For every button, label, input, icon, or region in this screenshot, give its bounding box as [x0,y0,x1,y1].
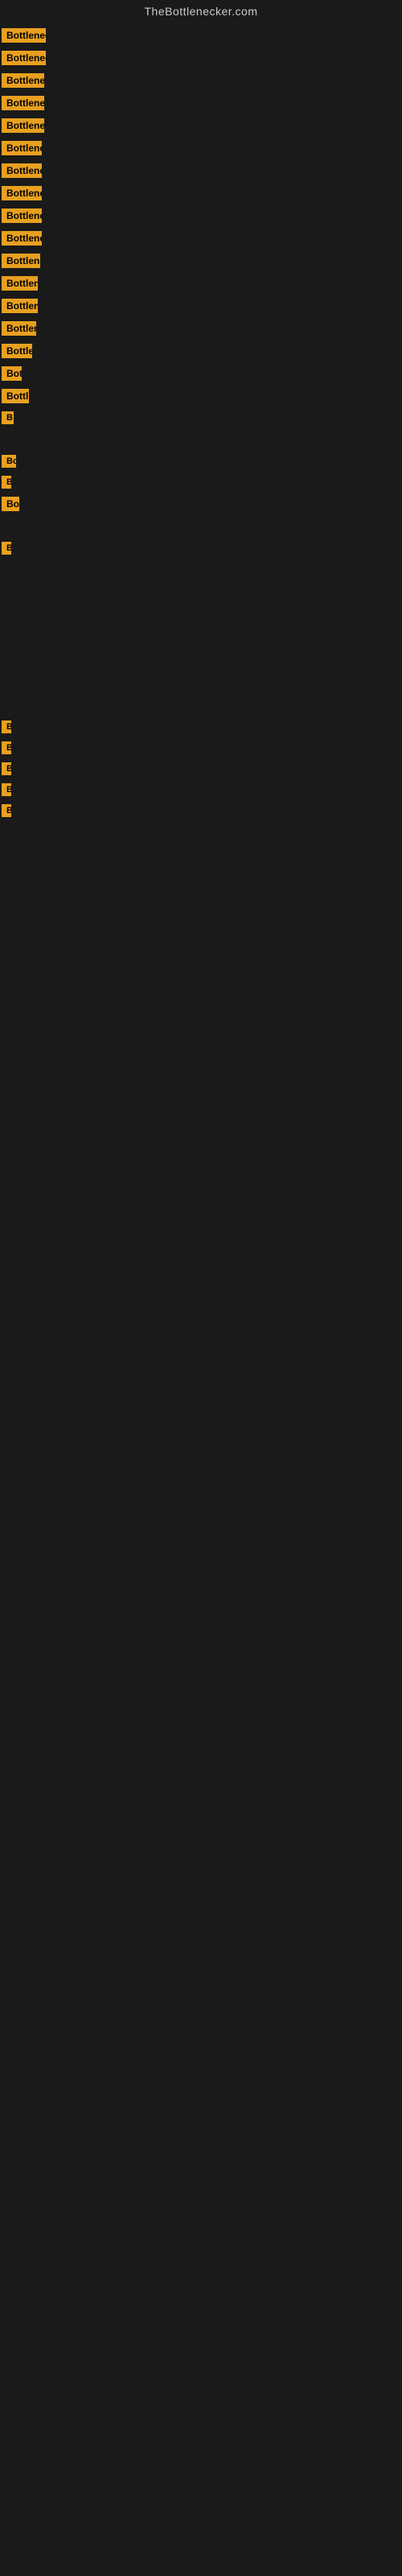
bottleneck-badge-3[interactable]: Bottleneck result [2,73,44,88]
bottleneck-badge-22[interactable]: Bott [2,497,19,511]
bottleneck-row-22: Bott [0,493,402,515]
bottleneck-row-2: Bottleneck result [0,47,402,69]
bottleneck-row-34: B [0,758,402,779]
bottleneck-row-21: B [0,472,402,493]
bottleneck-badge-5[interactable]: Bottleneck result [2,118,44,133]
bottleneck-row-32: B [0,716,402,737]
bottleneck-row-13: Bottleneck re [0,295,402,317]
bottleneck-row-11: Bottleneck result [0,250,402,272]
bottleneck-badge-9[interactable]: Bottleneck result [2,208,42,223]
bottleneck-row-5: Bottleneck result [0,114,402,137]
spacer-27 [0,604,402,626]
bottleneck-badge-17[interactable]: Bottlen [2,389,29,403]
bottleneck-row-10: Bottleneck result [0,227,402,250]
spacer-28 [0,626,402,649]
site-title: TheBottlenecker.com [0,0,402,23]
bottleneck-badge-2[interactable]: Bottleneck result [2,51,46,65]
spacer-29 [0,649,402,671]
bottleneck-row-6: Bottleneck result [0,137,402,159]
bottleneck-badge-14[interactable]: Bottleneck re [2,321,36,336]
bottleneck-row-16: Bot [0,362,402,385]
bottleneck-row-33: B [0,737,402,758]
bottleneck-badge-12[interactable]: Bottleneck re [2,276,38,291]
spacer-23 [0,515,402,538]
bottleneck-badge-36[interactable]: B [2,804,11,817]
bottleneck-row-18: B [0,407,402,428]
bottleneck-badge-21[interactable]: B [2,476,11,489]
bottleneck-row-17: Bottlen [0,385,402,407]
bottleneck-row-24: B [0,538,402,559]
bottleneck-badge-18[interactable]: B [2,411,14,424]
bottleneck-badge-7[interactable]: Bottleneck result [2,163,42,178]
bottleneck-row-14: Bottleneck re [0,317,402,340]
bottleneck-badge-6[interactable]: Bottleneck result [2,141,42,155]
spacer-31 [0,694,402,716]
bottleneck-badge-1[interactable]: Bottleneck result [2,28,46,43]
bottleneck-row-1: Bottleneck result [0,24,402,47]
bottleneck-row-4: Bottleneck result [0,92,402,114]
bottleneck-badge-10[interactable]: Bottleneck result [2,231,42,246]
bottleneck-row-9: Bottleneck result [0,204,402,227]
bottleneck-row-3: Bottleneck result [0,69,402,92]
bottleneck-badge-4[interactable]: Bottleneck result [2,96,44,110]
bottleneck-badge-34[interactable]: B [2,762,11,775]
bottleneck-badge-32[interactable]: B [2,720,11,733]
bottleneck-row-15: Bottlenec [0,340,402,362]
items-container: Bottleneck result Bottleneck result Bottle… [0,23,402,821]
spacer-25 [0,559,402,581]
bottleneck-badge-11[interactable]: Bottleneck result [2,254,40,268]
bottleneck-badge-8[interactable]: Bottleneck result [2,186,42,200]
bottleneck-badge-13[interactable]: Bottleneck re [2,299,38,313]
bottleneck-row-8: Bottleneck result [0,182,402,204]
bottleneck-row-35: B [0,779,402,800]
bottleneck-badge-20[interactable]: Bo [2,455,16,468]
bottleneck-row-20: Bo [0,451,402,472]
spacer-26 [0,581,402,604]
bottleneck-badge-16[interactable]: Bot [2,366,22,381]
bottleneck-row-7: Bottleneck result [0,159,402,182]
bottleneck-badge-35[interactable]: B [2,783,11,796]
bottleneck-badge-15[interactable]: Bottlenec [2,344,32,358]
spacer-19 [0,428,402,451]
bottleneck-badge-33[interactable]: B [2,741,11,754]
bottleneck-badge-24[interactable]: B [2,542,11,555]
bottleneck-row-36: B [0,800,402,821]
spacer-30 [0,671,402,694]
bottleneck-row-12: Bottleneck re [0,272,402,295]
